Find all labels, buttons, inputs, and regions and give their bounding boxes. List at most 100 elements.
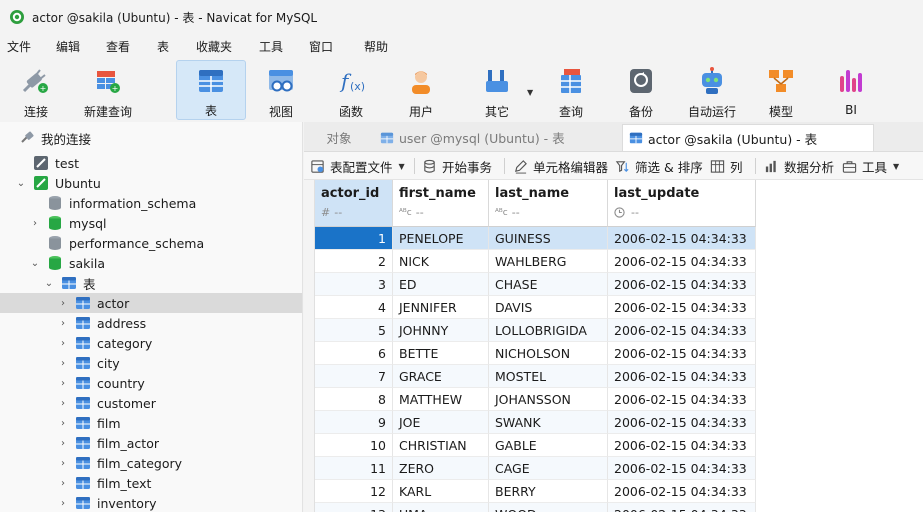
menu-help[interactable]: 帮助 xyxy=(364,38,388,55)
table-row[interactable]: 4 JENNIFER DAVIS 2006-02-15 04:34:33 xyxy=(315,296,756,319)
query-button[interactable]: 查询 xyxy=(548,60,594,120)
other-button[interactable]: 其它 xyxy=(472,60,522,120)
menu-table[interactable]: 表 xyxy=(157,38,169,55)
expand-arrow-icon[interactable]: › xyxy=(58,298,68,309)
cell-actor-id[interactable]: 1 xyxy=(315,227,393,250)
cell-last-update[interactable]: 2006-02-15 04:34:33 xyxy=(608,273,756,296)
model-button[interactable]: 模型 xyxy=(758,60,804,120)
menu-tools[interactable]: 工具 xyxy=(259,38,283,55)
tree-item-customer[interactable]: › customer xyxy=(0,393,302,413)
cell-first-name[interactable]: BETTE xyxy=(393,342,489,365)
column-header-last-name[interactable]: last_name ᴬᴮc -- xyxy=(489,180,608,227)
cell-last-name[interactable]: CHASE xyxy=(489,273,608,296)
expand-arrow-icon[interactable]: › xyxy=(58,378,68,389)
cell-last-name[interactable]: WAHLBERG xyxy=(489,250,608,273)
tab-user-mysql[interactable]: user @mysql (Ubuntu) - 表 xyxy=(376,124,620,151)
table-config-button[interactable]: 表配置文件 ▼ xyxy=(310,152,405,180)
cell-actor-id[interactable]: 12 xyxy=(315,480,393,503)
collapse-arrow-icon[interactable]: ⌄ xyxy=(44,278,54,289)
tree-item-country[interactable]: › country xyxy=(0,373,302,393)
cell-last-name[interactable]: LOLLOBRIGIDA xyxy=(489,319,608,342)
begin-transaction-button[interactable]: 开始事务 xyxy=(422,152,492,180)
cell-last-update[interactable]: 2006-02-15 04:34:33 xyxy=(608,342,756,365)
cell-first-name[interactable]: UMA xyxy=(393,503,489,512)
menu-view[interactable]: 查看 xyxy=(106,38,130,55)
other-dropdown-icon[interactable]: ▼ xyxy=(527,88,533,97)
cell-last-name[interactable]: BERRY xyxy=(489,480,608,503)
cell-last-name[interactable]: NICHOLSON xyxy=(489,342,608,365)
expand-arrow-icon[interactable]: › xyxy=(58,438,68,449)
cell-first-name[interactable]: ZERO xyxy=(393,457,489,480)
collapse-arrow-icon[interactable]: ⌄ xyxy=(16,178,26,189)
expand-arrow-icon[interactable]: › xyxy=(58,498,68,509)
new-query-button[interactable]: + 新建查询 xyxy=(78,60,138,120)
columns-button[interactable]: 列 xyxy=(710,152,743,180)
cell-first-name[interactable]: JOE xyxy=(393,411,489,434)
cell-actor-id[interactable]: 9 xyxy=(315,411,393,434)
tree-root[interactable]: 我的连接 xyxy=(0,128,302,148)
cell-actor-id[interactable]: 2 xyxy=(315,250,393,273)
cell-actor-id[interactable]: 7 xyxy=(315,365,393,388)
tree-item-address[interactable]: › address xyxy=(0,313,302,333)
tools-button[interactable]: 工具 ▼ xyxy=(842,152,899,180)
connect-button[interactable]: + 连接 xyxy=(10,60,62,120)
cell-last-name[interactable]: CAGE xyxy=(489,457,608,480)
cell-last-update[interactable]: 2006-02-15 04:34:33 xyxy=(608,503,756,512)
expand-arrow-icon[interactable]: › xyxy=(58,318,68,329)
cell-last-update[interactable]: 2006-02-15 04:34:33 xyxy=(608,365,756,388)
cell-first-name[interactable]: MATTHEW xyxy=(393,388,489,411)
cell-first-name[interactable]: PENELOPE xyxy=(393,227,489,250)
cell-last-name[interactable]: SWANK xyxy=(489,411,608,434)
expand-arrow-icon[interactable]: › xyxy=(30,218,40,229)
table-row[interactable]: 1 PENELOPE GUINESS 2006-02-15 04:34:33 xyxy=(315,227,756,250)
cell-editor-button[interactable]: 单元格编辑器 xyxy=(513,152,608,180)
table-row[interactable]: 6 BETTE NICHOLSON 2006-02-15 04:34:33 xyxy=(315,342,756,365)
tree-item-film-text[interactable]: › film_text xyxy=(0,473,302,493)
cell-last-update[interactable]: 2006-02-15 04:34:33 xyxy=(608,411,756,434)
cell-actor-id[interactable]: 4 xyxy=(315,296,393,319)
tree-item-inventory[interactable]: › inventory xyxy=(0,493,302,512)
expand-arrow-icon[interactable]: › xyxy=(58,418,68,429)
expand-arrow-icon[interactable]: › xyxy=(58,478,68,489)
expand-arrow-icon[interactable]: › xyxy=(58,398,68,409)
cell-last-update[interactable]: 2006-02-15 04:34:33 xyxy=(608,250,756,273)
expand-arrow-icon[interactable]: › xyxy=(58,358,68,369)
user-button[interactable]: 用户 xyxy=(398,60,444,120)
menu-window[interactable]: 窗口 xyxy=(309,38,333,55)
cell-last-update[interactable]: 2006-02-15 04:34:33 xyxy=(608,227,756,250)
tree-item-tables-folder[interactable]: ⌄ 表 xyxy=(0,273,302,293)
cell-last-name[interactable]: WOOD xyxy=(489,503,608,512)
cell-first-name[interactable]: GRACE xyxy=(393,365,489,388)
cell-last-update[interactable]: 2006-02-15 04:34:33 xyxy=(608,434,756,457)
cell-first-name[interactable]: NICK xyxy=(393,250,489,273)
automation-button[interactable]: 自动运行 xyxy=(684,60,740,120)
tree-item-mysql[interactable]: › mysql xyxy=(0,213,302,233)
cell-last-name[interactable]: JOHANSSON xyxy=(489,388,608,411)
menu-file[interactable]: 文件 xyxy=(7,38,31,55)
cell-first-name[interactable]: ED xyxy=(393,273,489,296)
cell-actor-id[interactable]: 6 xyxy=(315,342,393,365)
table-row[interactable]: 2 NICK WAHLBERG 2006-02-15 04:34:33 xyxy=(315,250,756,273)
tree-item-information-schema[interactable]: information_schema xyxy=(0,193,302,213)
tree-item-actor[interactable]: › actor xyxy=(0,293,302,313)
cell-actor-id[interactable]: 10 xyxy=(315,434,393,457)
cell-actor-id[interactable]: 3 xyxy=(315,273,393,296)
cell-last-name[interactable]: GABLE xyxy=(489,434,608,457)
table-row[interactable]: 3 ED CHASE 2006-02-15 04:34:33 xyxy=(315,273,756,296)
tree-item-film-category[interactable]: › film_category xyxy=(0,453,302,473)
cell-last-update[interactable]: 2006-02-15 04:34:33 xyxy=(608,319,756,342)
cell-last-name[interactable]: DAVIS xyxy=(489,296,608,319)
tree-item-performance-schema[interactable]: performance_schema xyxy=(0,233,302,253)
bi-button[interactable]: BI xyxy=(828,60,874,120)
tree-item-category[interactable]: › category xyxy=(0,333,302,353)
expand-arrow-icon[interactable]: › xyxy=(58,338,68,349)
filter-sort-button[interactable]: 筛选 & 排序 xyxy=(615,152,703,180)
column-header-actor-id[interactable]: actor_id # -- xyxy=(315,180,393,227)
table-button[interactable]: 表 xyxy=(176,60,246,120)
collapse-arrow-icon[interactable]: ⌄ xyxy=(30,258,40,269)
cell-last-name[interactable]: GUINESS xyxy=(489,227,608,250)
table-row[interactable]: 10 CHRISTIAN GABLE 2006-02-15 04:34:33 xyxy=(315,434,756,457)
table-row[interactable]: 11 ZERO CAGE 2006-02-15 04:34:33 xyxy=(315,457,756,480)
cell-last-update[interactable]: 2006-02-15 04:34:33 xyxy=(608,388,756,411)
tab-actor-sakila[interactable]: actor @sakila (Ubuntu) - 表 xyxy=(622,124,874,151)
